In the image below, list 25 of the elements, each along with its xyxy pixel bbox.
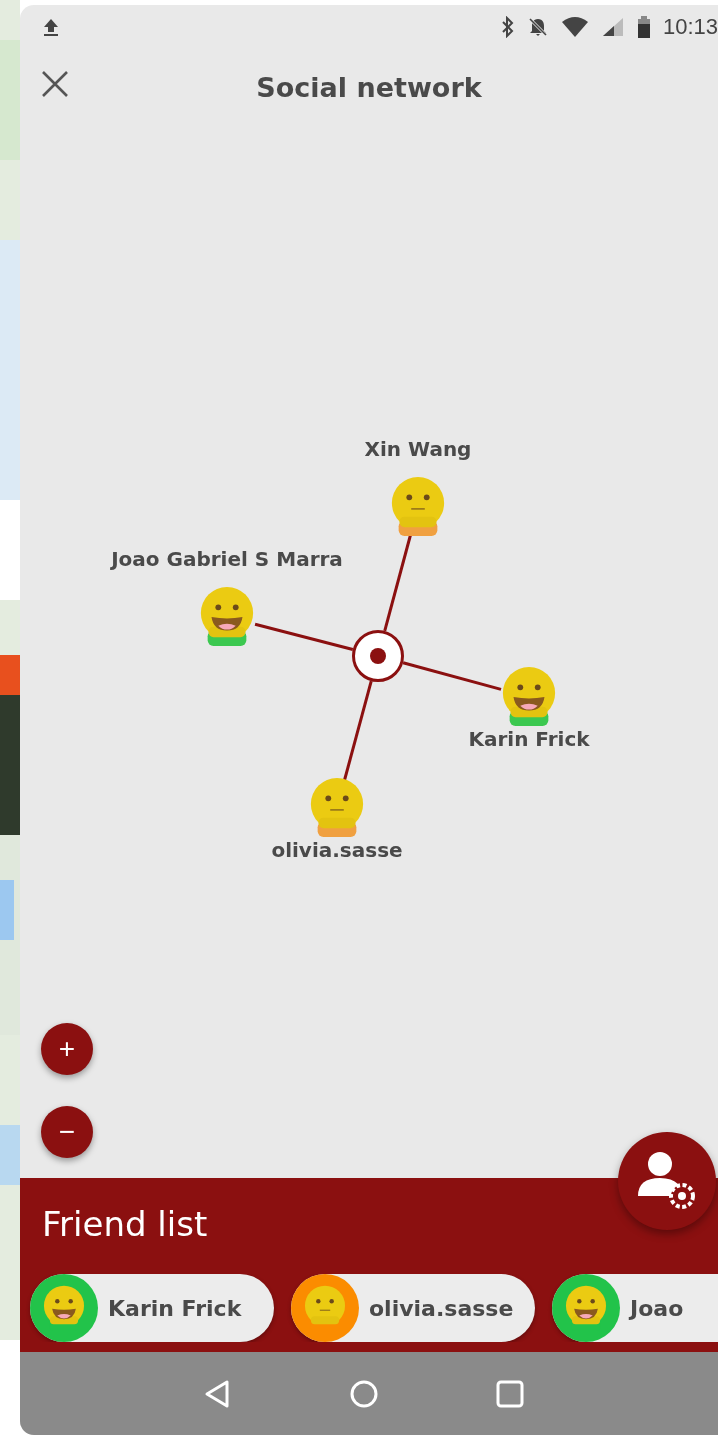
friend-settings-button[interactable] — [618, 1132, 716, 1230]
node-label: Karin Frick — [468, 727, 590, 751]
close-button[interactable] — [40, 69, 70, 99]
friend-chip[interactable]: Karin Frick — [30, 1274, 274, 1342]
friend-name: olivia.sasse — [369, 1295, 514, 1321]
friend-chip[interactable]: Joao — [552, 1274, 718, 1342]
screen-title: Social network — [256, 71, 482, 103]
node-label: Joao Gabriel S Marra — [111, 547, 343, 571]
wifi-icon — [560, 16, 589, 38]
node-label: Xin Wang — [364, 437, 472, 461]
recents-icon[interactable] — [495, 1378, 525, 1409]
battery-icon — [636, 15, 651, 39]
zoom-in-button[interactable]: + — [41, 1023, 93, 1075]
friend-name: Karin Frick — [108, 1295, 242, 1321]
zoom-out-button[interactable]: − — [41, 1106, 93, 1158]
home-icon[interactable] — [349, 1378, 379, 1409]
upload-icon — [42, 17, 60, 37]
node-label: olivia.sasse — [271, 838, 403, 862]
friend-chip[interactable]: olivia.sasse — [291, 1274, 535, 1342]
section-title: Friend list — [41, 1203, 208, 1246]
center-node[interactable] — [352, 630, 404, 682]
bluetooth-icon — [500, 16, 515, 38]
muted-bell-icon — [526, 16, 549, 38]
friend-name: Joao — [630, 1295, 684, 1321]
status-time: 10:13 — [662, 14, 718, 40]
